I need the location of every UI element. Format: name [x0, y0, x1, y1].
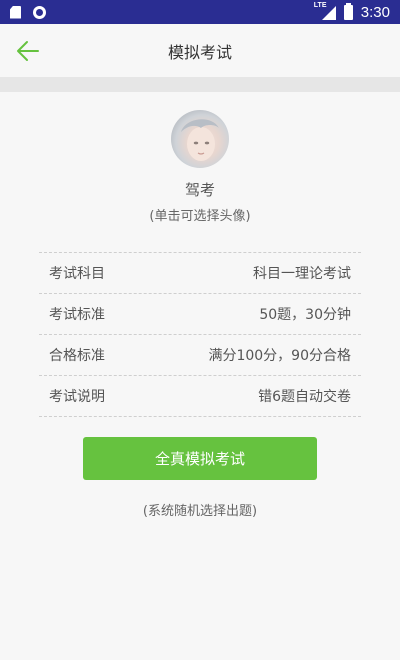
info-label: 考试说明 — [49, 389, 105, 405]
header-divider — [0, 77, 400, 92]
info-label: 考试科目 — [49, 266, 105, 282]
avatar-hint: (单击可选择头像) — [149, 209, 251, 224]
app-bar: 模拟考试 — [0, 24, 400, 77]
profile-name: 驾考 — [184, 181, 215, 199]
exam-info-table: 考试科目 科目一理论考试 考试标准 50题，30分钟 合格标准 满分100分，9… — [39, 252, 361, 417]
info-row-description: 考试说明 错6题自动交卷 — [39, 376, 361, 417]
page-title: 模拟考试 — [167, 42, 232, 62]
circle-icon — [33, 5, 46, 19]
info-row-subject: 考试科目 科目一理论考试 — [39, 253, 361, 294]
status-right-icons: LTE 3:30 — [314, 2, 390, 21]
info-value: 错6题自动交卷 — [258, 389, 351, 405]
avatar-photo-icon — [181, 119, 219, 161]
battery-icon — [343, 2, 353, 20]
arrow-left-icon — [17, 41, 39, 61]
status-time: 3:30 — [360, 3, 390, 21]
info-value: 科目一理论考试 — [253, 266, 351, 282]
lte-signal-icon: LTE — [314, 2, 336, 20]
sd-card-icon — [10, 5, 21, 19]
info-value: 50题，30分钟 — [259, 307, 351, 323]
info-label: 考试标准 — [49, 307, 105, 323]
info-row-standard: 考试标准 50题，30分钟 — [39, 294, 361, 335]
back-button[interactable] — [14, 38, 42, 64]
start-mock-exam-button[interactable]: 全真模拟考试 — [83, 437, 317, 480]
info-label: 合格标准 — [49, 348, 105, 364]
avatar[interactable] — [171, 110, 229, 168]
info-row-passing: 合格标准 满分100分，90分合格 — [39, 335, 361, 376]
info-value: 满分100分，90分合格 — [208, 348, 351, 364]
status-left-icons — [10, 5, 46, 19]
status-bar: LTE 3:30 — [0, 0, 400, 24]
random-questions-note: (系统随机选择出题) — [142, 504, 258, 519]
